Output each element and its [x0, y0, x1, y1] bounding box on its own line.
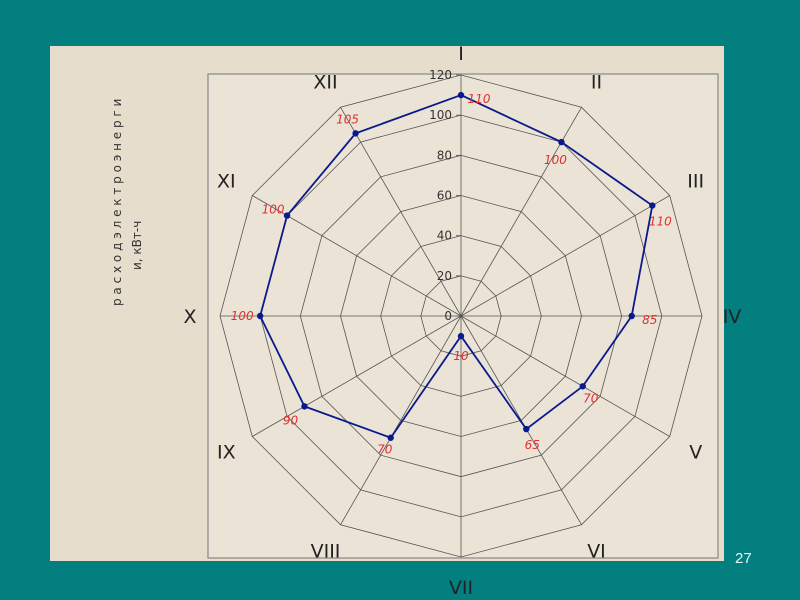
- category-label: V: [689, 442, 702, 464]
- data-label: 70: [377, 443, 393, 457]
- data-point: [301, 403, 308, 410]
- category-label: VII: [449, 577, 473, 599]
- r-tick-label: 20: [437, 269, 452, 283]
- data-label: 100: [262, 203, 285, 217]
- category-label: XII: [313, 71, 337, 93]
- data-label: 110: [468, 92, 491, 106]
- data-point: [579, 383, 586, 390]
- data-point: [457, 332, 465, 340]
- page-number: 27: [735, 550, 752, 567]
- data-label: 105: [336, 112, 359, 126]
- data-label: 110: [649, 215, 672, 229]
- data-label: 100: [544, 153, 567, 167]
- category-label: VI: [587, 541, 606, 563]
- data-point: [523, 425, 530, 433]
- radar-chart: 020406080100120IIIIIIIVVVIVIIVIIIIXXXIXI…: [183, 43, 742, 599]
- category-label: IV: [723, 306, 742, 328]
- r-tick-label: 0: [444, 309, 452, 323]
- r-tick-label: 40: [437, 229, 452, 243]
- data-point: [457, 91, 465, 99]
- category-label: XI: [217, 171, 236, 193]
- data-point: [283, 212, 291, 219]
- category-label: IX: [217, 442, 236, 464]
- category-label: I: [458, 43, 464, 65]
- data-label: 10: [453, 349, 469, 363]
- category-label: II: [591, 71, 602, 93]
- r-tick-label: 100: [429, 108, 452, 122]
- data-point: [649, 202, 656, 209]
- r-tick-label: 60: [437, 189, 452, 203]
- r-tick-label: 80: [437, 148, 452, 162]
- data-point: [628, 312, 635, 320]
- data-label: 100: [231, 309, 254, 323]
- data-point: [558, 138, 565, 146]
- data-point: [256, 312, 264, 320]
- data-label: 70: [583, 391, 599, 405]
- category-label: III: [687, 171, 704, 193]
- category-label: X: [183, 306, 196, 328]
- data-point: [387, 434, 394, 441]
- data-label: 90: [283, 413, 299, 427]
- r-tick-label: 120: [429, 68, 452, 82]
- data-label: 65: [525, 438, 540, 452]
- category-label: VIII: [311, 541, 341, 563]
- data-label: 85: [642, 313, 657, 327]
- data-point: [352, 130, 359, 137]
